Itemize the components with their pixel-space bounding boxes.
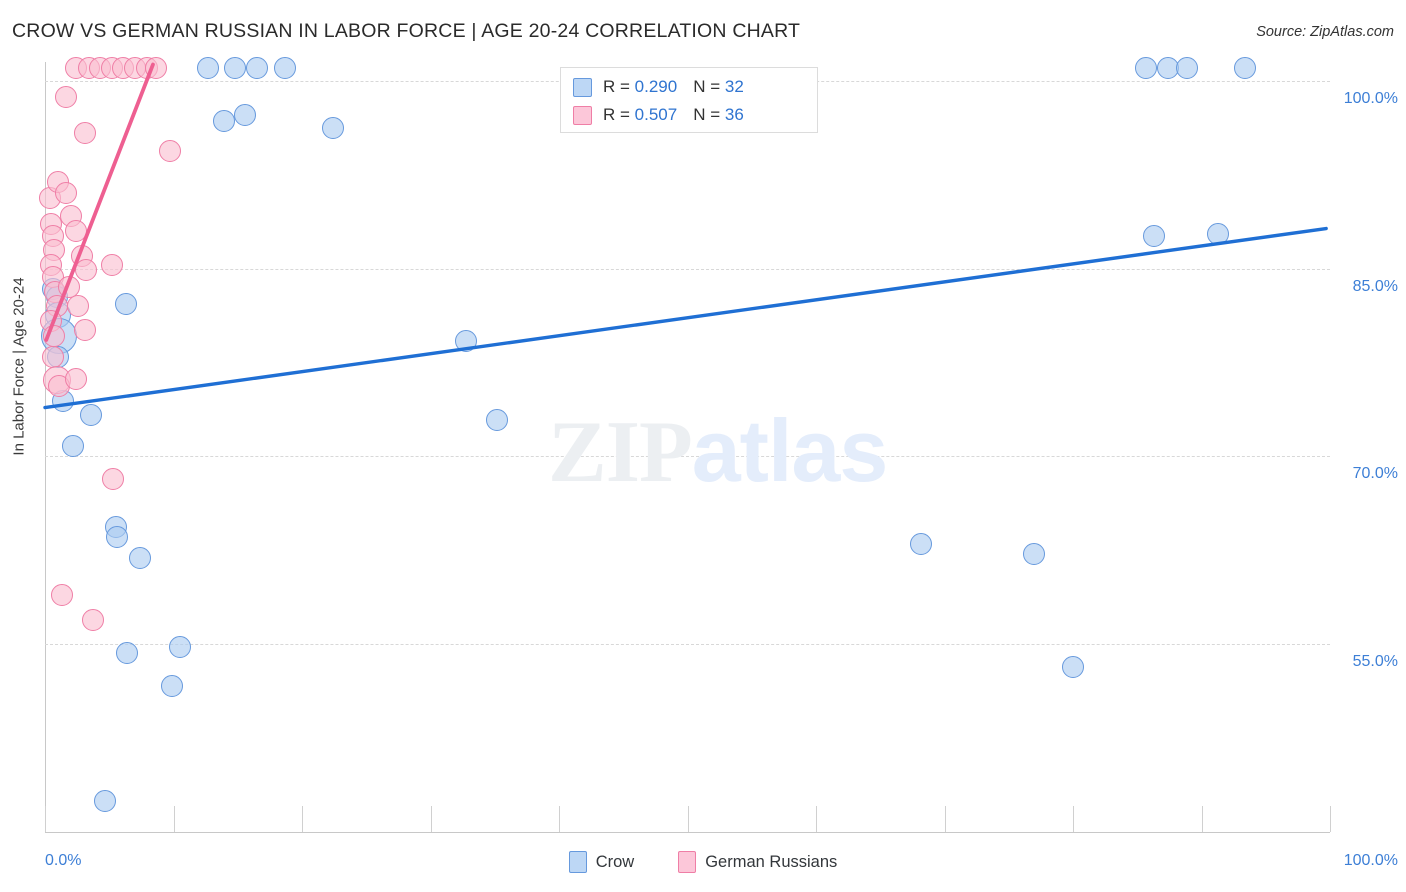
x-axis-tick — [45, 806, 46, 832]
legend-item-german-russians[interactable]: German Russians — [678, 851, 837, 873]
data-point — [455, 330, 478, 353]
data-point — [42, 325, 65, 348]
legend-label-german-russians: German Russians — [705, 852, 838, 871]
y-axis-tick-label: 85.0% — [1352, 277, 1398, 295]
data-point — [114, 292, 137, 315]
data-point — [64, 220, 87, 243]
crow-n-label: N = — [693, 77, 725, 96]
watermark-atlas: atlas — [691, 401, 889, 500]
data-point — [73, 122, 96, 145]
data-point — [64, 367, 87, 390]
data-point — [75, 258, 98, 281]
x-axis-tick — [559, 806, 560, 832]
data-point — [224, 57, 247, 80]
data-point — [81, 609, 104, 632]
data-point — [1023, 543, 1046, 566]
data-point — [1207, 222, 1230, 245]
data-point — [94, 789, 117, 812]
data-point — [1142, 225, 1165, 248]
data-point — [54, 182, 77, 205]
german-russians-swatch-icon — [573, 105, 592, 125]
data-point — [1176, 57, 1199, 80]
data-point — [54, 86, 77, 109]
data-point — [105, 525, 128, 548]
data-point — [67, 295, 90, 318]
x-axis-tick — [816, 806, 817, 832]
trendlines-layer — [43, 62, 1328, 410]
data-point — [1062, 655, 1084, 678]
data-point — [910, 533, 933, 556]
german-russians-stats-text: R = 0.507 N = 36 — [603, 105, 744, 125]
page-title: CROW VS GERMAN RUSSIAN IN LABOR FORCE | … — [12, 20, 801, 42]
data-point — [212, 109, 235, 132]
legend-swatch-crow-icon — [568, 851, 587, 873]
x-axis-tick — [1201, 806, 1203, 832]
data-point — [50, 584, 73, 607]
gr-n-value: 36 — [724, 105, 744, 124]
y-axis-line — [45, 62, 46, 832]
x-axis-tick — [687, 806, 689, 832]
y-axis-tick-label: 100.0% — [1343, 89, 1398, 107]
x-axis-tick — [173, 806, 175, 832]
data-point — [168, 635, 191, 658]
data-point — [197, 57, 220, 80]
y-axis-tick-label: 55.0% — [1352, 653, 1398, 671]
legend-label-crow: Crow — [595, 852, 635, 871]
data-point — [321, 117, 344, 140]
stats-row-crow: R = 0.290 N = 32 — [573, 73, 805, 101]
series-legend: Crow German Russians — [0, 851, 1406, 873]
crow-r-value: 0.290 — [634, 77, 678, 96]
data-point — [158, 139, 181, 162]
gridline — [45, 456, 1330, 458]
x-axis-line — [45, 832, 1330, 833]
legend-item-crow[interactable]: Crow — [568, 851, 635, 873]
data-point — [100, 253, 123, 276]
data-point — [116, 641, 139, 664]
source-attribution: Source: ZipAtlas.com — [1256, 24, 1394, 40]
crow-r-label: R = — [603, 77, 635, 96]
data-point — [246, 57, 269, 80]
legend-swatch-german-russians-icon — [678, 851, 697, 873]
zipatlas-watermark: ZIPatlas — [548, 400, 889, 503]
data-point — [62, 435, 85, 458]
gr-r-label: R = — [603, 105, 635, 124]
crow-swatch-icon — [573, 77, 592, 97]
x-axis-tick — [1073, 806, 1074, 832]
stats-row-german-russians: R = 0.507 N = 36 — [573, 101, 805, 129]
data-point — [1234, 57, 1257, 80]
crow-n-value: 32 — [724, 77, 744, 96]
gridline — [45, 644, 1330, 646]
gridline — [45, 268, 1330, 270]
data-point — [73, 318, 96, 341]
data-point — [486, 409, 509, 432]
x-axis-tick — [302, 806, 303, 832]
trendline-crow — [43, 226, 1328, 410]
y-axis-label: In Labor Force | Age 20-24 — [10, 277, 28, 456]
data-point — [80, 404, 103, 427]
data-point — [129, 546, 152, 569]
data-point — [274, 57, 297, 80]
x-axis-tick — [944, 806, 946, 832]
x-axis-tick — [430, 806, 432, 832]
gr-r-value: 0.507 — [634, 105, 678, 124]
y-axis-tick-label: 70.0% — [1352, 465, 1398, 483]
data-point — [102, 467, 125, 490]
data-point — [1135, 57, 1158, 80]
x-axis-tick — [1330, 806, 1331, 832]
watermark-zip: ZIP — [548, 404, 693, 501]
crow-stats-text: R = 0.290 N = 32 — [603, 77, 744, 97]
data-point — [234, 103, 257, 126]
correlation-stats-legend: R = 0.290 N = 32 R = 0.507 N = 36 — [560, 67, 818, 133]
data-point — [144, 57, 167, 80]
data-point — [161, 674, 184, 697]
correlation-chart: CROW VS GERMAN RUSSIAN IN LABOR FORCE | … — [0, 0, 1406, 892]
gr-n-label: N = — [693, 105, 725, 124]
